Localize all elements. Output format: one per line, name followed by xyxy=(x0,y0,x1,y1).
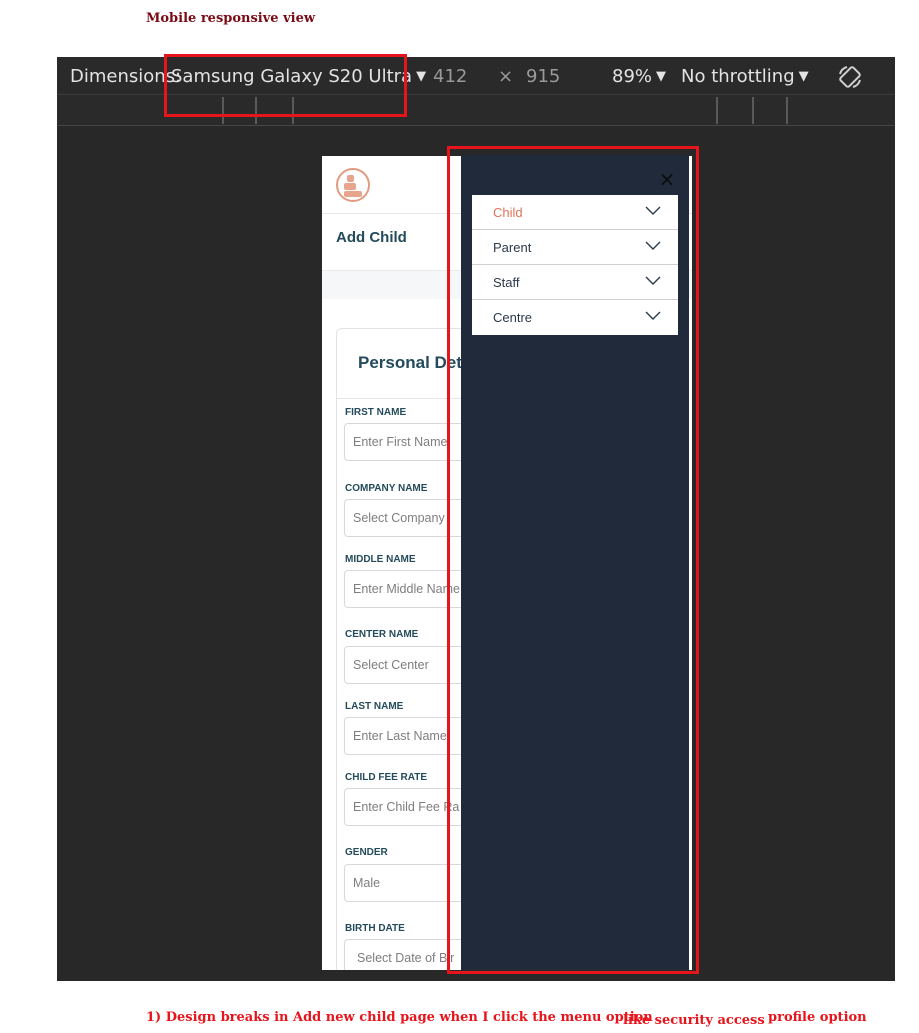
annotation-bottom-note: like security access xyxy=(623,1013,765,1028)
annotation-top-note: Mobile responsive view xyxy=(146,11,316,26)
annotation-bottom-note: 1) Design breaks in Add new child page w… xyxy=(146,1010,653,1025)
field-label-birth-date: BIRTH DATE xyxy=(345,923,405,934)
field-label-company-name: COMPANY NAME xyxy=(345,483,428,494)
highlight-box-device xyxy=(164,54,407,117)
annotation-bottom-note: profile option xyxy=(768,1010,867,1025)
logo-block xyxy=(344,183,356,190)
caret-down-icon: ▼ xyxy=(416,69,427,84)
caret-down-icon: ▼ xyxy=(656,69,667,84)
rotate-device-icon[interactable] xyxy=(837,64,863,90)
ruler-tick xyxy=(716,97,718,124)
ruler-tick xyxy=(786,97,788,124)
app-logo[interactable] xyxy=(336,168,370,202)
zoom-value: 89% xyxy=(612,66,653,87)
highlight-box-menu xyxy=(447,146,699,974)
logo-block xyxy=(347,175,354,182)
zoom-select[interactable]: 89% ▼ xyxy=(612,66,666,87)
field-label-child-fee-rate: CHILD FEE RATE xyxy=(345,772,428,783)
field-label-last-name: LAST NAME xyxy=(345,701,404,712)
times-icon: × xyxy=(498,66,514,87)
page-title: Add Child xyxy=(336,229,407,246)
field-label-first-name: FIRST NAME xyxy=(345,407,407,418)
field-label-gender: GENDER xyxy=(345,847,388,858)
throttling-select[interactable]: No throttling ▼ xyxy=(681,66,809,87)
field-label-middle-name: MIDDLE NAME xyxy=(345,554,416,565)
width-input[interactable]: 412 xyxy=(433,66,467,87)
logo-block xyxy=(344,191,362,197)
field-label-center-name: CENTER NAME xyxy=(345,629,419,640)
ruler-tick xyxy=(752,97,754,124)
height-input[interactable]: 915 xyxy=(526,66,560,87)
throttling-value: No throttling xyxy=(681,66,795,87)
caret-down-icon: ▼ xyxy=(798,69,809,84)
